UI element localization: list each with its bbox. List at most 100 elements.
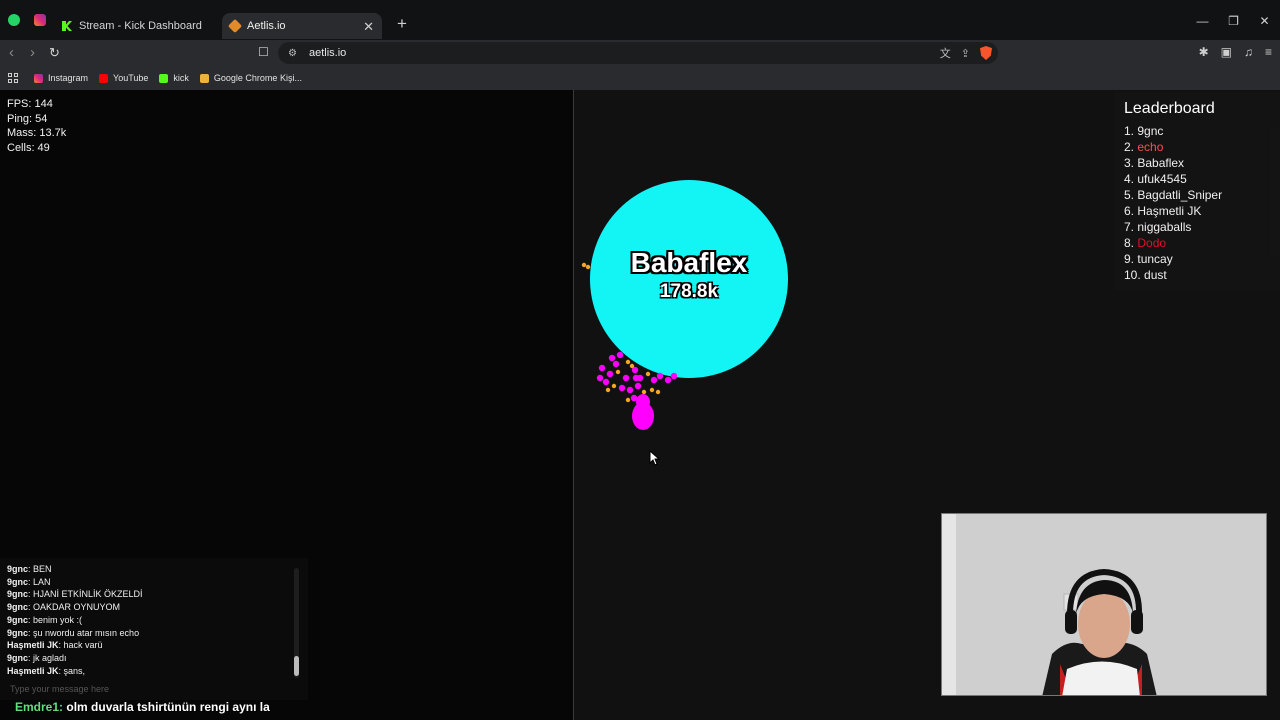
share-icon[interactable]: ⇪ (961, 47, 970, 60)
map-border (573, 90, 574, 720)
pellet (618, 384, 626, 392)
chat-text: : hack varü (58, 640, 103, 651)
chat-text: : OAKDAR OYNUYOM (28, 602, 121, 613)
split-cell (636, 394, 650, 410)
chat-username: Haşmetli JK (7, 640, 59, 651)
bookmark-instagram[interactable]: Instagram (34, 73, 88, 83)
leaderboard-player-name: niggaballs (1137, 220, 1192, 234)
youtube-icon (99, 73, 109, 83)
chat-scrollbar-thumb[interactable] (294, 656, 299, 676)
chat-message: 9gnc: benim yok :( (7, 614, 143, 627)
bookmark-icon[interactable]: ☐ (258, 45, 269, 59)
chat-text: : benim yok :( (28, 614, 83, 625)
webcam-overlay (941, 513, 1267, 696)
leaderboard-row: 2. echo (1124, 139, 1270, 155)
pellet (625, 359, 631, 365)
minimize-icon[interactable]: — (1187, 14, 1218, 28)
forward-icon[interactable]: › (30, 44, 35, 61)
pellet (596, 374, 604, 382)
brave-shields-icon[interactable] (980, 46, 992, 60)
translate-icon[interactable]: 文 (940, 45, 951, 61)
game-canvas[interactable]: FPS: 144 Ping: 54 Mass: 13.7k Cells: 49 … (0, 90, 1280, 720)
site-info-icon[interactable]: ⚙ (288, 48, 297, 59)
chat-input[interactable]: Type your message here (10, 684, 109, 694)
wallet-icon[interactable]: ▣ (1221, 45, 1232, 59)
pellet (625, 397, 631, 403)
restore-icon[interactable]: ❐ (1218, 14, 1249, 28)
bookmark-folder[interactable]: Google Chrome Kişi... (199, 73, 302, 83)
chat-messages: 9gnc: BEN 9gnc: LAN 9gnc: HJANİ ETKİNLİK Ö… (7, 563, 143, 677)
back-icon[interactable]: ‹ (9, 44, 14, 61)
chat-message: Haşmetli JK: şans, (7, 665, 143, 678)
new-tab-button[interactable]: + (392, 14, 412, 34)
leaderboard-rank: 1. (1124, 124, 1135, 138)
leaderboard-row: 9. tuncay (1124, 251, 1270, 267)
tab-aetlis[interactable]: Aetlis.io ✕ (222, 13, 382, 39)
pellet (632, 374, 640, 382)
chat-username: 9gnc (7, 627, 29, 638)
extensions-icon[interactable]: ✱ (1199, 45, 1209, 59)
tab-title: Stream - Kick Dashboard (79, 20, 202, 32)
media-icon[interactable]: ♫ (1244, 45, 1253, 59)
aetlis-icon (227, 18, 243, 34)
menu-icon[interactable]: ≡ (1265, 45, 1272, 59)
browser-titlebar: Stream - Kick Dashboard Aetlis.io ✕ + — … (0, 0, 1280, 40)
address-bar[interactable]: ⚙ aetlis.io 文 ⇪ (278, 42, 998, 64)
apps-icon[interactable] (8, 73, 18, 83)
leaderboard-rank: 4. (1124, 172, 1135, 186)
chat-text: : jk agladı (28, 652, 67, 663)
leaderboard-player-name: 9gnc (1137, 124, 1164, 138)
pellet (581, 262, 587, 268)
leaderboard-rank: 3. (1124, 156, 1135, 170)
pellet (664, 376, 672, 384)
stream-chat-overlay: Emdre1: olm duvarla tshirtünün rengi ayn… (15, 700, 270, 714)
bookmark-label: Instagram (48, 73, 89, 83)
chat-username: 9gnc (7, 589, 29, 600)
leaderboard-player-name: echo (1137, 140, 1164, 154)
browser-toolbar: ‹ › ↻ ☐ ⚙ aetlis.io 文 ⇪ ✱ ▣ ♫ ≡ (0, 40, 1280, 66)
pellet (622, 374, 630, 382)
pellet (611, 383, 617, 389)
leaderboard-rank: 10. (1124, 268, 1141, 282)
leaderboard-player-name: dust (1144, 268, 1167, 282)
pellet (608, 354, 616, 362)
leaderboard: Leaderboard 1. 9gnc 2. echo 3. Babaflex 4. … (1114, 92, 1280, 290)
pellet (612, 360, 620, 368)
instagram-icon (34, 14, 46, 26)
pellet (626, 386, 634, 394)
pellet (616, 351, 624, 359)
leaderboard-player-name: tuncay (1137, 252, 1173, 266)
bookmark-label: kick (173, 73, 189, 83)
mass-readout: Mass: 13.7k (7, 127, 67, 140)
overlay-message: olm duvarla tshirtünün rengi aynı la (66, 700, 270, 714)
chat-text: : BEN (28, 564, 52, 574)
close-window-icon[interactable]: ✕ (1249, 14, 1280, 28)
tab-kick-dashboard[interactable]: Stream - Kick Dashboard (54, 13, 220, 39)
leaderboard-player-name: Haşmetli JK (1137, 204, 1202, 218)
mouse-cursor-icon (649, 450, 661, 466)
chat-text: : şans, (58, 665, 86, 676)
bookmark-kick[interactable]: kick (159, 73, 189, 83)
bookmark-label: YouTube (113, 73, 149, 83)
pellet-dots (581, 262, 678, 404)
reload-icon[interactable]: ↻ (49, 45, 60, 61)
leaderboard-rank: 9. (1124, 252, 1135, 266)
leaderboard-row: 4. ufuk4545 (1124, 171, 1270, 187)
pellet (641, 389, 647, 395)
chat-username: 9gnc (7, 576, 29, 587)
folder-icon (199, 73, 209, 83)
leaderboard-player-name: Babaflex (1137, 156, 1185, 170)
leaderboard-rank: 2. (1124, 140, 1135, 154)
split-cells-cluster (581, 262, 678, 430)
pinned-tab-instagram[interactable] (28, 7, 52, 33)
pellet (655, 389, 661, 395)
leaderboard-row: 10. dust (1124, 267, 1270, 283)
leaderboard-player-name: Bagdatli_Sniper (1137, 188, 1223, 202)
pinned-tab-whatsapp[interactable] (2, 7, 26, 33)
leaderboard-row: 8. Dodo (1124, 235, 1270, 251)
leaderboard-player-name: Dodo (1137, 236, 1167, 250)
chat-box: 9gnc: BEN 9gnc: LAN 9gnc: HJANİ ETKİNLİK Ö… (0, 558, 308, 700)
chat-message: Haşmetli JK: hack varü (7, 639, 143, 652)
bookmark-youtube[interactable]: YouTube (99, 73, 148, 83)
close-tab-icon[interactable]: ✕ (363, 20, 374, 33)
